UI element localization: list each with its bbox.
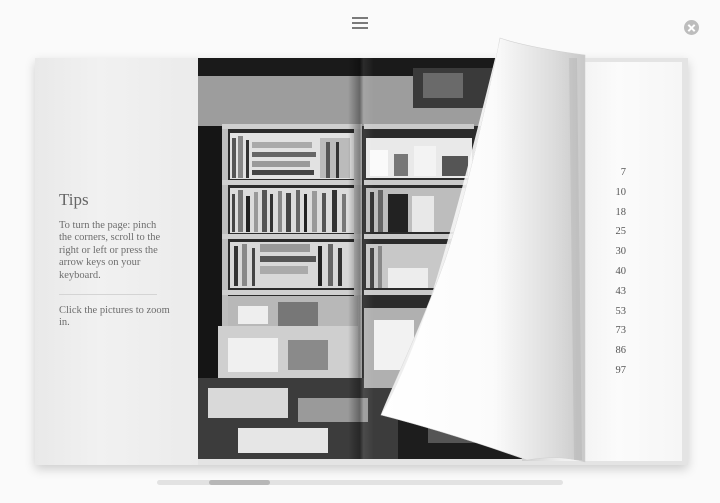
contents-page-number[interactable]: 73 [616, 325, 627, 345]
contents-page-number[interactable]: 25 [616, 226, 627, 246]
contents-page-number[interactable]: 86 [616, 345, 627, 365]
bookshelf-photo[interactable] [198, 58, 523, 459]
contents-page-number[interactable]: 43 [616, 286, 627, 306]
tips-turn-page-text: To turn the page: pinch the corners, scr… [59, 220, 161, 281]
contents-page-number[interactable]: 97 [616, 365, 627, 385]
page-scrollbar[interactable] [157, 480, 563, 485]
contents-page-number[interactable]: 53 [616, 306, 627, 326]
contents-page-number[interactable]: 10 [616, 187, 627, 207]
close-icon[interactable] [684, 20, 699, 35]
contents-page-number[interactable]: 7 [616, 167, 626, 187]
tips-divider [59, 294, 157, 295]
scrollbar-thumb[interactable] [209, 480, 270, 485]
reader-toolbar [0, 0, 720, 52]
contents-page-number[interactable]: 40 [616, 266, 627, 286]
contents-page-numbers: 7 10 18 25 30 40 43 53 73 86 97 [616, 167, 627, 385]
tips-title: Tips [59, 190, 89, 209]
contents-page-number[interactable]: 30 [616, 246, 627, 266]
list-icon[interactable] [352, 16, 368, 30]
contents-page: 7 10 18 25 30 40 43 53 73 86 97 [522, 62, 682, 461]
contents-page-number[interactable]: 18 [616, 207, 627, 227]
tips-page: Tips To turn the page: pinch the corners… [35, 58, 198, 465]
tips-zoom-text: Click the pictures to zoom in. [59, 305, 170, 329]
